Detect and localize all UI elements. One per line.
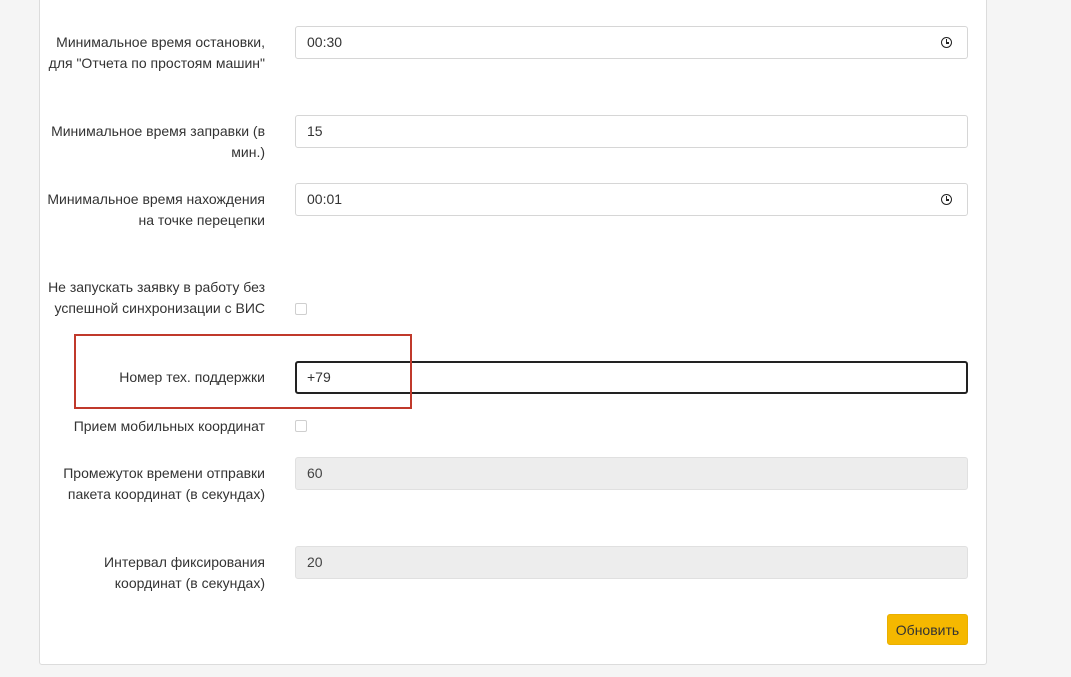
label-no-start-without-sync: Не запускать заявку в работу без успешно… xyxy=(48,279,265,316)
clock-icon[interactable] xyxy=(941,37,952,48)
min-refuel-time-input[interactable]: 15 xyxy=(295,115,968,148)
label-min-stop-time: Минимальное время остановки, для "Отчета… xyxy=(48,34,265,71)
clock-icon[interactable] xyxy=(941,194,952,205)
coord-packet-interval-value: 60 xyxy=(307,465,323,481)
min-stop-time-value: 00:30 xyxy=(307,34,343,50)
mobile-coordinates-checkbox[interactable] xyxy=(295,420,307,432)
no-start-without-sync-checkbox[interactable] xyxy=(295,303,307,315)
annotation-highlight-box xyxy=(74,334,412,409)
coord-fix-interval-input: 20 xyxy=(295,546,968,579)
label-coord-packet-interval: Промежуток времени отправки пакета коорд… xyxy=(63,465,265,502)
min-reattach-time-input[interactable]: 00:01 xyxy=(295,183,968,216)
update-button[interactable]: Обновить xyxy=(887,614,968,645)
label-min-reattach-time: Минимальное время нахождения на точке пе… xyxy=(47,191,265,228)
min-refuel-time-value: 15 xyxy=(307,123,323,139)
label-mobile-coordinates: Прием мобильных координат xyxy=(73,418,265,434)
label-coord-fix-interval: Интервал фиксирования координат (в секун… xyxy=(104,554,265,591)
label-min-refuel-time: Минимальное время заправки (в мин.) xyxy=(51,123,265,160)
coord-packet-interval-input: 60 xyxy=(295,457,968,490)
min-stop-time-input[interactable]: 00:30 xyxy=(295,26,968,59)
min-reattach-time-value: 00:01 xyxy=(307,191,343,207)
coord-fix-interval-value: 20 xyxy=(307,554,323,570)
